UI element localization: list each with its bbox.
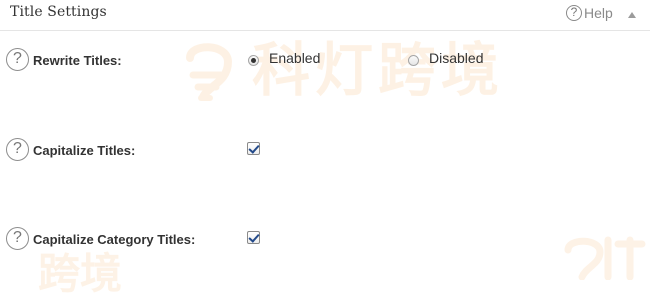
section-title: Title Settings [10, 4, 107, 20]
rewrite-titles-row: ? Rewrite Titles: Enabled Disabled [6, 45, 646, 75]
rewrite-titles-enabled-radio[interactable]: Enabled [248, 50, 320, 66]
radio-unselected-icon[interactable] [408, 54, 419, 66]
help-icon[interactable]: ? [6, 138, 29, 161]
help-icon[interactable]: ? [6, 227, 29, 250]
radio-selected-icon[interactable] [248, 54, 259, 66]
capitalize-category-titles-row: ? Capitalize Category Titles: [6, 224, 646, 254]
help-label: Help [584, 5, 613, 21]
capitalize-titles-label: Capitalize Titles: [33, 143, 136, 158]
capitalize-category-titles-checkbox[interactable] [247, 231, 260, 244]
disabled-label: Disabled [429, 50, 484, 66]
settings-header: Title Settings ? Help [0, 0, 650, 31]
enabled-label: Enabled [269, 50, 321, 66]
capitalize-category-titles-label: Capitalize Category Titles: [33, 232, 196, 247]
capitalize-titles-row: ? Capitalize Titles: [6, 135, 646, 165]
capitalize-titles-checkbox[interactable] [247, 142, 260, 155]
rewrite-titles-label: Rewrite Titles: [33, 53, 122, 68]
help-icon[interactable]: ? [6, 48, 29, 71]
help-icon: ? [566, 5, 582, 21]
rewrite-titles-disabled-radio[interactable]: Disabled [408, 50, 483, 66]
collapse-arrow-icon[interactable] [628, 12, 636, 18]
help-link[interactable]: ? Help [566, 5, 613, 21]
